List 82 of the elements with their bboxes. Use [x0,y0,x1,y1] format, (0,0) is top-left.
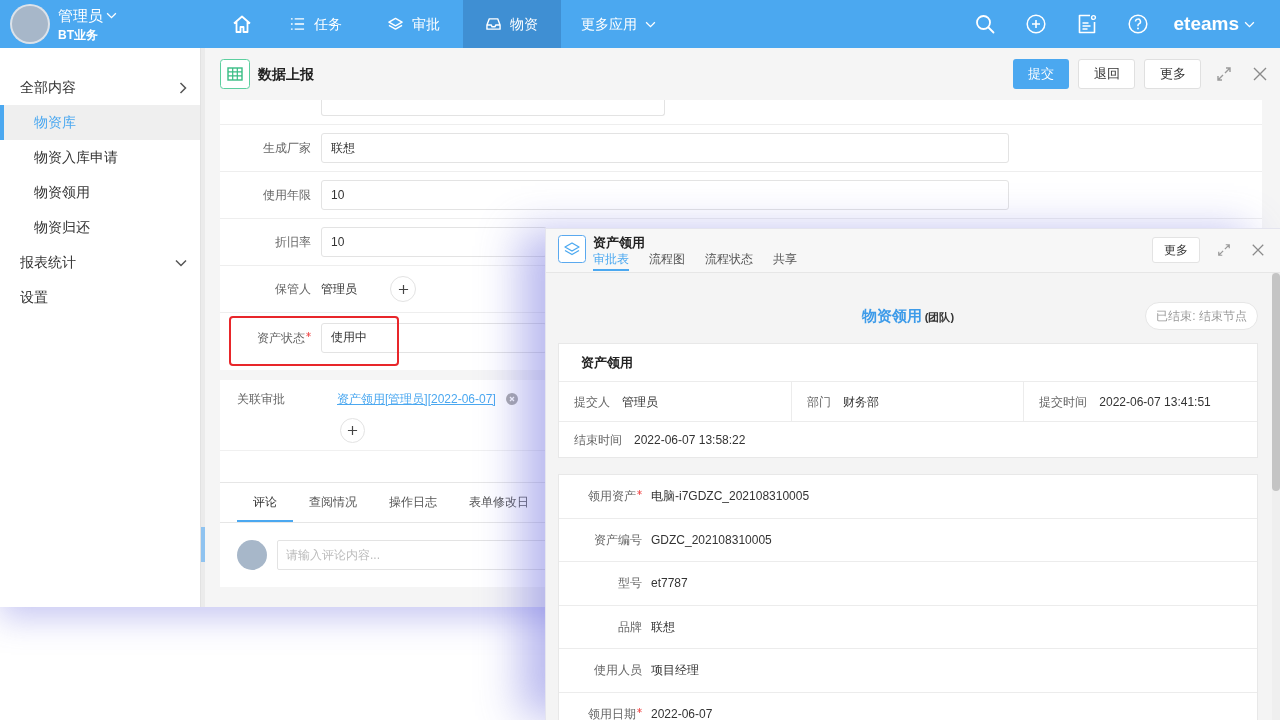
plus-icon [347,425,358,436]
sidebar-item[interactable]: 报表统计 [0,245,200,280]
search-icon[interactable] [975,14,995,34]
avatar [237,540,267,570]
field-label: 型号 [618,575,642,593]
field-value: et7787 [651,575,688,593]
team-label: (团队) [924,309,955,325]
chevron-down-icon [645,20,656,28]
field-label: 提交时间 [1039,393,1088,411]
org-name: BT业务 [58,26,98,43]
scrollbar-thumb[interactable] [201,527,205,562]
tab[interactable]: 共享 [773,252,797,271]
field-label: 资产状态 [257,329,305,347]
field-label: 领用资产 [588,488,636,506]
tray-icon [486,17,501,31]
input-field[interactable] [321,100,665,116]
sidebar-item[interactable]: 物资领用 [0,175,200,210]
field-value: 2022-06-07 [651,705,713,720]
field-value: 2022-06-07 13:58:22 [634,431,746,449]
field-label: 生成厂家 [263,140,311,157]
action-button[interactable]: 更多 [1144,59,1201,89]
notes-icon[interactable] [1077,14,1097,34]
tab[interactable]: 流程图 [649,252,685,271]
help-icon[interactable] [1128,14,1148,34]
expand-icon[interactable] [1217,243,1231,257]
chevron-down-icon [1244,20,1255,28]
dialog-title: 资产领用 [593,235,646,251]
add-button[interactable] [340,418,365,443]
input-field[interactable]: 10 [321,227,547,257]
field-label: 结束时间 [574,431,622,449]
add-button[interactable] [390,276,416,302]
add-icon[interactable] [1026,14,1046,34]
field-label: 部门 [806,393,831,411]
input-field[interactable]: 10 [321,180,1009,210]
close-icon[interactable] [1252,66,1268,82]
field-value: 2022-06-07 13:41:51 [1099,393,1211,411]
sidebar-item[interactable]: 设置 [0,280,200,315]
field-value: 管理员 [622,393,658,411]
home-icon [232,14,252,34]
plus-icon [397,283,409,295]
remove-icon[interactable] [505,393,518,405]
field-label: 关联审批 [237,391,286,407]
field-label: 折旧率 [275,234,311,251]
field-label: 保管人 [275,281,311,298]
action-button[interactable]: 退回 [1078,59,1135,89]
form-heading: 物资领用 [861,305,922,326]
field-value: 联想 [651,618,675,636]
sidebar-item[interactable]: 物资归还 [0,210,200,245]
tab[interactable]: 评论 [237,483,293,522]
section-title: 资产领用 [580,353,634,372]
field-label: 使用人员 [594,662,642,680]
page-title: 数据上报 [258,64,314,84]
table-icon [220,59,250,89]
expand-icon[interactable] [1216,66,1232,82]
field-label: 使用年限 [263,187,311,204]
list-icon [290,17,305,31]
comment-field[interactable]: 请输入评论内容... [277,540,547,570]
close-icon[interactable] [1251,243,1265,257]
tab[interactable]: 操作日志 [373,483,453,522]
field-label: 领用日期 [588,705,636,720]
field-value: 财务部 [842,393,879,411]
status-badge: 已结束: 结束节点 [1145,302,1258,330]
field-label: 资产编号 [594,531,642,549]
field-value: GDZC_202108310005 [651,531,772,549]
input-field[interactable]: 使用中 [321,322,547,353]
layers-icon [558,235,586,263]
field-value: 管理员 [321,281,357,298]
scrollbar-thumb[interactable] [1272,273,1280,491]
sidebar-item[interactable]: 全部内容 [0,70,200,105]
layers-icon [388,17,403,31]
chevron-down-icon [106,12,117,19]
field-label: 品牌 [618,618,642,636]
avatar [10,4,50,44]
input-field[interactable]: 联想 [321,133,1009,163]
field-value: 电脑-i7GDZC_202108310005 [651,488,810,506]
tab[interactable]: 查阅情况 [293,483,373,522]
action-button[interactable]: 更多 [1152,237,1200,263]
field-label: 提交人 [574,393,610,411]
sidebar-item[interactable]: 物资入库申请 [0,140,200,175]
tab[interactable]: 流程状态 [705,252,753,271]
field-value: 项目经理 [651,662,699,680]
tab[interactable]: 表单修改日 [453,483,545,522]
